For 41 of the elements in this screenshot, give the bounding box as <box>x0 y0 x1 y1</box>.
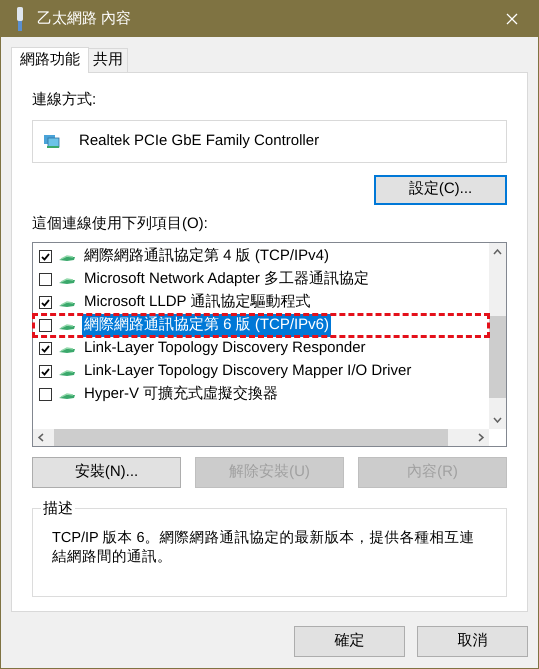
list-item[interactable]: Hyper-V 可擴充式虛擬交換器 <box>33 383 489 406</box>
item-label: 網際網路通訊協定第 4 版 (TCP/IPv4) <box>83 246 330 266</box>
network-cable-icon <box>15 7 25 31</box>
check-icon <box>41 344 50 352</box>
item-label: Hyper-V 可擴充式虛擬交換器 <box>83 384 280 404</box>
checkbox[interactable] <box>39 388 52 401</box>
list-item[interactable]: Microsoft LLDP 通訊協定驅動程式 <box>33 291 489 314</box>
close-icon[interactable] <box>506 13 518 25</box>
description-text: TCP/IP 版本 6。網際網路通訊協定的最新版本，提供各種相互連結網路間的通訊。 <box>52 529 476 567</box>
check-icon <box>41 252 50 260</box>
list-item[interactable]: Microsoft Network Adapter 多工器通訊協定 <box>33 268 489 291</box>
list-item[interactable]: Link-Layer Topology Discovery Mapper I/O Driver <box>33 360 489 383</box>
window-title: 乙太網路 內容 <box>37 8 132 29</box>
adapter-name: Realtek PCIe GbE Family Controller <box>79 130 320 151</box>
vertical-scrollbar[interactable] <box>489 243 506 429</box>
checkbox[interactable] <box>39 319 52 332</box>
tab[interactable]: 共用 <box>89 48 128 72</box>
connect-using-label: 連線方式: <box>32 90 98 110</box>
scrollbar-thumb[interactable] <box>489 316 506 398</box>
checkbox[interactable] <box>39 296 52 309</box>
item-label: Link-Layer Topology Discovery Mapper I/O Driver <box>83 361 412 382</box>
network-adapter-icon <box>43 134 61 148</box>
checkbox[interactable] <box>39 342 52 355</box>
item-label: 網際網路通訊協定第 6 版 (TCP/IPv6) <box>82 314 332 337</box>
check-icon <box>41 368 50 376</box>
configure-button[interactable]: 設定(C)... <box>374 174 507 204</box>
item-action-button[interactable]: 安裝(N)... <box>32 457 181 488</box>
list-item[interactable]: 網際網路通訊協定第 4 版 (TCP/IPv4) <box>33 245 489 268</box>
check-icon <box>41 298 50 306</box>
dialog-button[interactable]: 確定 <box>294 626 405 657</box>
tab[interactable]: 網路功能 <box>11 47 89 73</box>
items-label: 這個連線使用下列項目(O): <box>32 214 209 234</box>
item-label: Link-Layer Topology Discovery Responder <box>83 338 367 358</box>
dialog-button[interactable]: 取消 <box>417 626 528 657</box>
checkbox[interactable] <box>39 250 52 263</box>
checkbox[interactable] <box>39 365 52 378</box>
item-label: Microsoft LLDP 通訊協定驅動程式 <box>83 292 312 312</box>
item-label: Microsoft Network Adapter 多工器通訊協定 <box>83 269 370 290</box>
checkbox[interactable] <box>39 273 52 286</box>
list-item[interactable]: Link-Layer Topology Discovery Responder <box>33 337 489 360</box>
list-item[interactable]: 網際網路通訊協定第 6 版 (TCP/IPv6) <box>33 314 489 337</box>
